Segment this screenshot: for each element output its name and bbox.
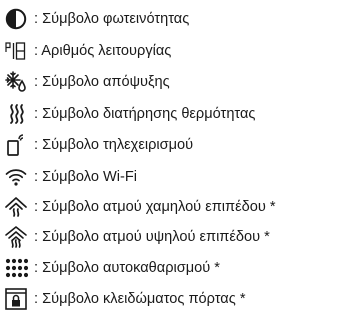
legend-label: : Σύμβολο αυτοκαθαρισμού * [34, 260, 220, 276]
legend-label: : Σύμβολο τηλεχειρισμού [34, 137, 194, 153]
keep-warm-icon [4, 102, 28, 126]
steam-low-icon [4, 195, 28, 219]
brightness-icon [4, 7, 28, 31]
legend-row-wifi: : Σύμβολο Wi-Fi [0, 163, 357, 191]
legend-row-defrost: : Σύμβολο απόψυξης [0, 68, 357, 96]
legend-label: : Σύμβολο απόψυξης [34, 74, 170, 90]
remote-control-icon [4, 133, 28, 157]
symbol-legend: : Σύμβολο φωτεινότητας : Αριθμός λειτουρ… [0, 0, 357, 333]
self-cleaning-icon [4, 256, 28, 280]
legend-label: : Σύμβολο Wi-Fi [34, 169, 138, 185]
legend-row-door-lock: : Σύμβολο κλειδώματος πόρτας * [0, 285, 357, 313]
defrost-icon [4, 70, 28, 94]
legend-row-steam-low: : Σύμβολο ατμού χαμηλού επιπέδου * [0, 193, 357, 221]
door-lock-icon [4, 287, 28, 311]
steam-high-icon [4, 225, 28, 249]
legend-row-self-cleaning: : Σύμβολο αυτοκαθαρισμού * [0, 254, 357, 282]
legend-label: : Σύμβολο ατμού υψηλού επιπέδου * [34, 229, 270, 245]
legend-row-steam-high: : Σύμβολο ατμού υψηλού επιπέδου * [0, 223, 357, 251]
legend-row-keep-warm: : Σύμβολο διατήρησης θερμότητας [0, 100, 357, 128]
legend-row-program-number: : Αριθμός λειτουργίας [0, 37, 357, 65]
legend-label: : Αριθμός λειτουργίας [34, 43, 172, 59]
wifi-icon [4, 165, 28, 189]
legend-row-remote-control: : Σύμβολο τηλεχειρισμού [0, 131, 357, 159]
legend-label: : Σύμβολο ατμού χαμηλού επιπέδου * [34, 199, 276, 215]
legend-label: : Σύμβολο κλειδώματος πόρτας * [34, 291, 246, 307]
legend-label: : Σύμβολο φωτεινότητας [34, 11, 190, 27]
program-number-icon [4, 39, 28, 63]
legend-row-brightness: : Σύμβολο φωτεινότητας [0, 5, 357, 33]
legend-label: : Σύμβολο διατήρησης θερμότητας [34, 106, 256, 122]
